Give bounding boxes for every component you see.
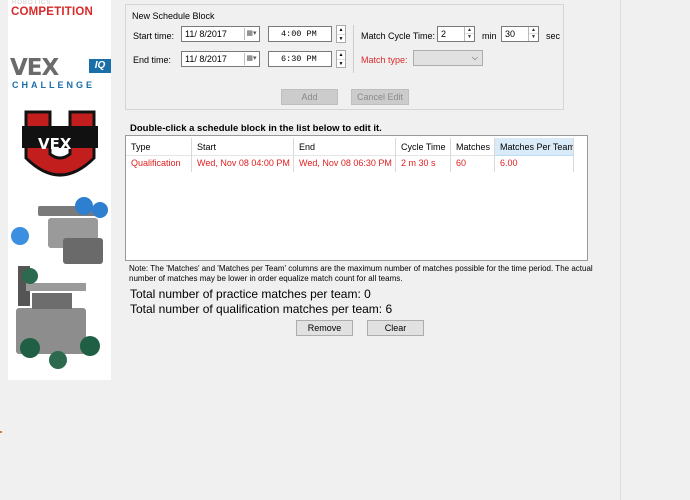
start-time-field[interactable]: 4:00 PM — [268, 26, 332, 42]
window-divider — [620, 0, 621, 500]
schedule-grid[interactable]: Type Start End Cycle Time Matches Matche… — [125, 135, 588, 261]
cell-start: Wed, Nov 08 04:00 PM — [192, 154, 294, 172]
challenge-text: CHALLENGE — [12, 80, 95, 90]
matches-note: Note: The 'Matches' and 'Matches per Tea… — [129, 264, 593, 283]
cell-matches: 60 — [451, 154, 495, 172]
end-date-picker[interactable]: 11/ 8/2017 ▦▾ — [181, 51, 260, 67]
cycle-seconds-spinner[interactable]: ▲ ▼ — [528, 27, 538, 41]
competition-logo-text: COMPETITION — [11, 6, 94, 18]
vex-u-word: VEX — [38, 135, 72, 153]
match-type-label: Match type: — [361, 55, 408, 65]
vex-iq-word: VEX — [10, 55, 59, 81]
cell-cycle-time: 2 m 30 s — [396, 154, 451, 172]
cycle-seconds-value: 30 — [505, 29, 516, 39]
calendar-dropdown-icon[interactable]: ▦▾ — [244, 28, 258, 40]
start-date-value: 11/ 8/2017 — [185, 29, 227, 39]
spin-down-icon[interactable]: ▼ — [337, 60, 345, 68]
cell-type: Qualification — [126, 154, 192, 172]
spin-up-icon[interactable]: ▲ — [529, 27, 538, 34]
cycle-minutes-spinner[interactable]: ▲ ▼ — [464, 27, 474, 41]
sidebar-logo-panel: ROBOTICS COMPETITION VEX IQ CHALLENGE VE… — [8, 0, 111, 380]
start-date-picker[interactable]: 11/ 8/2017 ▦▾ — [181, 26, 260, 42]
start-time-value: 4:00 PM — [281, 29, 317, 39]
edge-marker — [0, 431, 2, 433]
cancel-edit-button[interactable]: Cancel Edit — [351, 89, 409, 105]
cell-end: Wed, Nov 08 06:30 PM — [294, 154, 396, 172]
end-date-value: 11/ 8/2017 — [185, 54, 227, 64]
match-type-select[interactable]: ⌵ — [413, 50, 483, 66]
remove-button[interactable]: Remove — [296, 320, 353, 336]
practice-total-text: Total number of practice matches per tea… — [130, 287, 371, 301]
end-time-spinner[interactable]: ▲ ▼ — [336, 50, 346, 68]
end-time-label: End time: — [133, 55, 172, 65]
vex-iq-challenge-logo: VEX IQ CHALLENGE — [10, 55, 111, 90]
min-label: min — [482, 31, 497, 41]
clear-button[interactable]: Clear — [367, 320, 424, 336]
spin-up-icon[interactable]: ▲ — [465, 27, 474, 34]
sec-label: sec — [546, 31, 561, 41]
chevron-down-icon: ⌵ — [471, 53, 478, 62]
edit-instruction-text: Double-click a schedule block in the lis… — [130, 123, 382, 134]
spin-up-icon[interactable]: ▲ — [337, 26, 345, 35]
cell-matches-per-team: 6.00 — [495, 154, 574, 172]
cycle-minutes-value: 2 — [441, 29, 447, 39]
group-separator — [353, 25, 354, 73]
iq-badge: IQ — [89, 59, 111, 73]
qualification-total-text: Total number of qualification matches pe… — [130, 302, 393, 316]
spin-up-icon[interactable]: ▲ — [337, 51, 345, 60]
end-time-value: 6:30 PM — [281, 54, 317, 64]
new-schedule-block-group: New Schedule Block Start time: 11/ 8/201… — [125, 4, 564, 110]
spin-down-icon[interactable]: ▼ — [465, 34, 474, 41]
cycle-minutes-input[interactable]: 2 ▲ ▼ — [437, 26, 475, 42]
cycle-seconds-input[interactable]: 30 ▲ ▼ — [501, 26, 539, 42]
match-cycle-time-label: Match Cycle Time: — [361, 31, 436, 41]
group-title: New Schedule Block — [132, 11, 215, 21]
add-button[interactable]: Add — [281, 89, 338, 105]
spin-down-icon[interactable]: ▼ — [337, 35, 345, 43]
start-time-spinner[interactable]: ▲ ▼ — [336, 25, 346, 43]
calendar-dropdown-icon[interactable]: ▦▾ — [244, 53, 258, 65]
table-row[interactable]: Qualification Wed, Nov 08 04:00 PM Wed, … — [126, 154, 574, 172]
spin-down-icon[interactable]: ▼ — [529, 34, 538, 41]
end-time-field[interactable]: 6:30 PM — [268, 51, 332, 67]
start-time-label: Start time: — [133, 31, 175, 41]
robot-photos-image — [8, 188, 111, 380]
